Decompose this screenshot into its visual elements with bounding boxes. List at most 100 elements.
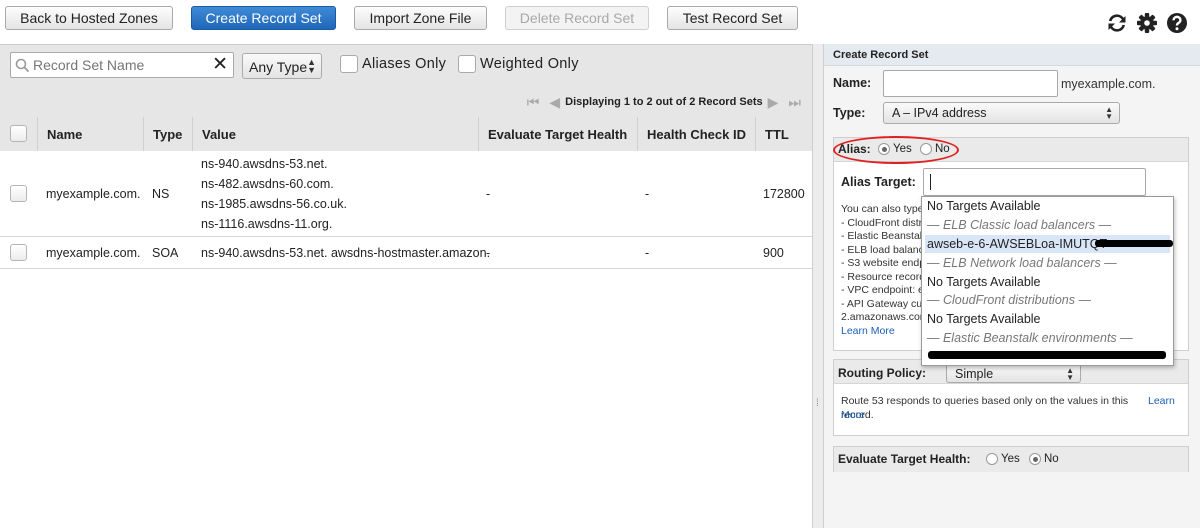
routing-policy-help: Route 53 responds to queries based only … [841,395,1147,422]
weighted-only-checkbox[interactable] [458,55,476,73]
learn-more-link[interactable]: Learn More [841,325,921,339]
evaluate-no-radio[interactable] [1029,453,1041,465]
routing-learn-more-link[interactable]: More [841,409,865,423]
help-line: - ELB load balanc [841,243,921,256]
record-set-name-search-input[interactable] [33,56,213,74]
refresh-icon[interactable] [1106,12,1128,34]
row-value-line: ns-940.awsdns-53.net. [201,157,328,171]
alias-target-dropdown[interactable]: No Targets Available — ELB Classic load … [921,196,1174,366]
row-health-check-id: - [645,246,650,260]
first-page-icon[interactable]: ⏮ [527,94,540,111]
row-value: ns-940.awsdns-53.net. awsdns-hostmaster.… [201,246,491,260]
dropdown-group-header: — ELB Classic load balancers — [927,218,1112,232]
column-header-type[interactable]: Type [143,117,192,151]
name-label: Name: [833,76,872,90]
routing-policy-label: Routing Policy: [838,366,926,380]
next-page-icon[interactable]: ▶ [768,94,779,111]
delete-record-set-button[interactable]: Delete Record Set [505,6,649,30]
row-type: SOA [152,246,179,260]
search-box[interactable]: ✕ [10,52,234,78]
row-type: NS [152,187,170,201]
routing-policy-select[interactable]: Simple ▲ ▼ [946,364,1081,383]
import-zone-file-button[interactable]: Import Zone File [354,6,487,30]
row-checkbox[interactable] [10,185,27,202]
record-sets-panel: ✕ Any Type ▲▼ Aliases Only Weighted Only… [0,44,812,528]
type-label: Type: [833,106,866,120]
dropdown-option[interactable]: No Targets Available [927,310,1041,328]
routing-help-text: Route 53 responds to queries based only … [841,395,1129,421]
evaluate-yes-label: Yes [1001,453,1020,465]
dropdown-option-text: awseb-e-6-AWSEBLoa-IMUTQT [927,237,1108,251]
panel-splitter[interactable]: ⁞ [812,44,824,528]
type-filter-value: Any Type [249,59,308,75]
weighted-only-label: Weighted Only [480,56,579,72]
row-ttl: 900 [763,246,784,260]
clear-search-icon[interactable]: ✕ [212,55,228,75]
record-type-value: A – IPv4 address [892,106,987,120]
dropdown-group-header: — ELB Network load balancers — [927,256,1117,270]
aliases-only-filter[interactable]: Aliases Only [340,55,446,73]
help-line: 2.amazonaws.com [841,311,921,323]
select-all-checkbox[interactable] [10,125,27,142]
dropdown-option[interactable]: No Targets Available [927,273,1041,291]
back-to-hosted-zones-button[interactable]: Back to Hosted Zones [5,6,173,30]
routing-learn-more-link[interactable]: Learn [1148,395,1175,409]
text-cursor [930,174,931,190]
alias-help-text: You can also type - CloudFront distri - … [841,203,921,338]
evaluate-target-health-label: Evaluate Target Health: [838,452,971,466]
test-record-set-button[interactable]: Test Record Set [667,6,798,30]
column-header-health-check-id[interactable]: Health Check ID [637,117,755,151]
record-type-select[interactable]: A – IPv4 address ▲ ▼ [883,102,1120,124]
search-icon [15,58,30,73]
column-header-name[interactable]: Name [37,117,143,151]
type-filter-select[interactable]: Any Type ▲ ▼ [242,53,322,79]
last-page-icon[interactable]: ⏭ [788,94,801,111]
splitter-grip-icon[interactable]: ⁞ [816,398,819,409]
redaction-mark [928,351,1166,359]
evaluate-yes-radio[interactable] [986,453,998,465]
row-name: myexample.com. [46,246,141,260]
weighted-only-filter[interactable]: Weighted Only [458,55,579,73]
select-arrows-icon: ▲ ▼ [1066,366,1074,382]
column-header-ttl[interactable]: TTL [755,117,812,151]
dropdown-option[interactable]: No Targets Available [927,197,1041,215]
pager-text: Displaying 1 to 2 out of 2 Record Sets [565,96,763,108]
help-line: - CloudFront distri [841,216,921,229]
alias-target-input[interactable] [923,168,1146,196]
column-header-evaluate-target-health[interactable]: Evaluate Target Health [478,117,637,151]
row-evaluate-target-health: - [486,187,491,201]
panel-title: Create Record Set [824,44,1200,66]
help-line: You can also type [841,203,921,215]
highlight-annotation [833,136,959,164]
help-icon[interactable] [1166,12,1188,34]
select-all-cell [0,117,37,151]
prev-page-icon[interactable]: ◀ [549,94,560,111]
help-line: - S3 website endp [841,257,921,269]
row-name: myexample.com. [46,187,141,201]
row-evaluate-target-health: - [486,246,491,260]
row-value-line: ns-482.awsdns-60.com. [201,177,334,191]
help-line: - VPC endpoint: e [841,284,921,296]
evaluate-yes-option[interactable]: Yes [986,453,1020,465]
row-health-check-id: - [645,187,650,201]
gear-icon[interactable] [1136,12,1158,34]
aliases-only-checkbox[interactable] [340,55,358,73]
row-value-line: ns-1116.awsdns-11.org. [201,217,333,231]
toolbar: Back to Hosted Zones Create Record Set I… [0,0,1200,44]
dropdown-group-header: — Elastic Beanstalk environments — [927,331,1133,345]
pager: ⏮ ◀ Displaying 1 to 2 out of 2 Record Se… [522,93,806,111]
table-row[interactable]: myexample.com. NS ns-940.awsdns-53.net. … [0,151,812,237]
table-row[interactable]: myexample.com. SOA ns-940.awsdns-53.net.… [0,237,812,269]
help-line: - API Gateway cu [841,297,921,310]
evaluate-no-option[interactable]: No [1029,453,1059,465]
routing-policy-value: Simple [955,367,994,381]
help-line: - Elastic Beanstal [841,230,921,242]
dropdown-option-selected[interactable]: awseb-e-6-AWSEBLoa-IMUTQT [925,235,1173,253]
create-record-set-button[interactable]: Create Record Set [191,6,336,30]
row-checkbox[interactable] [10,244,27,261]
column-header-value[interactable]: Value [192,117,478,151]
select-arrows-icon: ▲ ▼ [307,57,316,75]
aliases-only-label: Aliases Only [362,56,447,72]
name-input[interactable] [883,70,1058,97]
help-line: - Resource record [841,270,921,283]
